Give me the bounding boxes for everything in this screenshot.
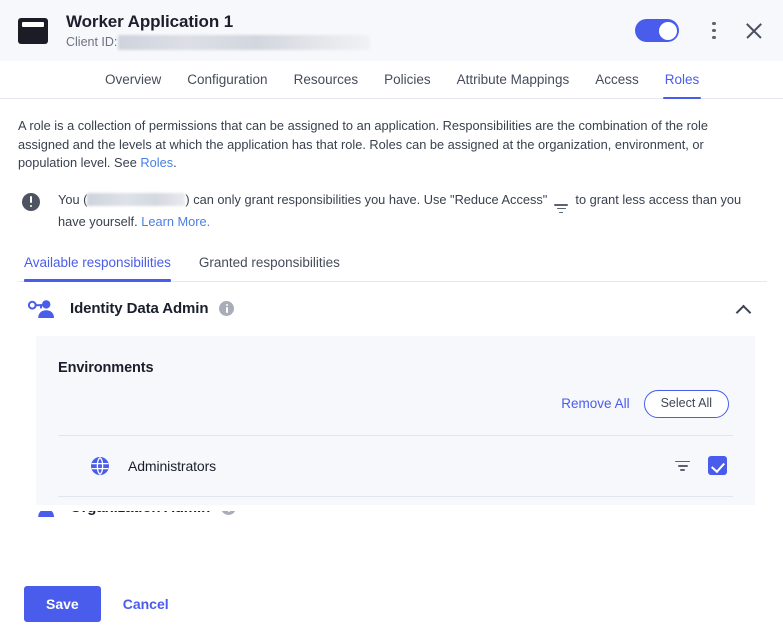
notice-text-1: You ( <box>58 191 88 207</box>
permissions-notice: You ( ) can only grant responsibilities y… <box>18 191 767 232</box>
client-id-label: Client ID: <box>66 34 118 49</box>
role-group-identity-data-admin: Identity Data Admin Environments Remove … <box>18 286 767 505</box>
panel-header: Worker Application 1 Client ID: <box>0 0 783 61</box>
kebab-menu-icon[interactable] <box>701 17 727 45</box>
environments-section-title: Environments <box>58 359 154 376</box>
client-id-value-redacted <box>118 34 371 50</box>
form-footer: Save Cancel <box>0 571 783 637</box>
filter-icon[interactable] <box>675 460 690 471</box>
key-person-icon <box>28 510 54 518</box>
header-actions <box>635 17 767 45</box>
remove-all-button[interactable]: Remove All <box>561 396 629 411</box>
role-group-organization-admin: Organization Admin <box>18 510 767 527</box>
notice-text-2: ) can only grant responsibilities you ha… <box>185 191 551 207</box>
tab-policies[interactable]: Policies <box>371 72 444 98</box>
roles-content: A role is a collection of permissions th… <box>0 99 783 571</box>
kebab-dot <box>712 21 716 26</box>
kebab-dot <box>712 35 716 40</box>
application-enabled-toggle[interactable] <box>635 19 679 42</box>
roles-description-text: A role is a collection of permissions th… <box>18 118 709 170</box>
tab-access[interactable]: Access <box>582 72 652 98</box>
environments-list: Administrators <box>58 434 733 497</box>
roles-doc-link[interactable]: Roles <box>140 155 173 170</box>
environment-checkbox[interactable] <box>708 456 727 476</box>
window-icon <box>18 17 48 44</box>
kebab-dot <box>712 28 716 33</box>
table-row[interactable]: Administrators <box>58 434 733 497</box>
environments-panel-actions: Remove All Select All <box>58 389 733 418</box>
subtab-available-responsibilities[interactable]: Available responsibilities <box>24 255 185 282</box>
application-detail-panel: Worker Application 1 Client ID: Overview… <box>0 0 783 637</box>
subtab-granted-responsibilities[interactable]: Granted responsibilities <box>199 255 354 281</box>
globe-icon <box>90 456 110 476</box>
save-button[interactable]: Save <box>24 586 101 622</box>
roles-description-period: . <box>173 155 177 170</box>
role-group-header[interactable]: Organization Admin <box>18 510 767 527</box>
role-group-title: Organization Admin <box>70 511 210 517</box>
environments-panel: Environments Remove All Select All Admin… <box>36 335 755 505</box>
role-group-header[interactable]: Identity Data Admin <box>18 286 767 332</box>
client-id-row: Client ID: <box>66 34 635 50</box>
tab-resources[interactable]: Resources <box>281 72 372 98</box>
learn-more-link[interactable]: Learn More. <box>141 214 210 229</box>
toggle-knob <box>658 21 677 40</box>
select-all-button[interactable]: Select All <box>643 389 729 418</box>
permissions-notice-text: You ( ) can only grant responsibilities y… <box>58 191 748 232</box>
tab-configuration[interactable]: Configuration <box>174 72 280 98</box>
info-exclamation-icon <box>22 192 40 211</box>
key-person-icon <box>27 299 54 319</box>
info-icon[interactable] <box>219 301 235 317</box>
cancel-button[interactable]: Cancel <box>111 586 181 622</box>
chevron-up-icon[interactable] <box>733 298 755 320</box>
info-icon[interactable] <box>221 510 237 516</box>
environment-name: Administrators <box>128 457 217 474</box>
tab-overview[interactable]: Overview <box>92 72 174 98</box>
close-icon[interactable] <box>741 18 767 44</box>
role-group-title: Identity Data Admin <box>70 300 209 318</box>
tab-bar: Overview Configuration Resources Policie… <box>0 61 783 99</box>
tab-roles[interactable]: Roles <box>652 72 713 99</box>
tab-attribute-mappings[interactable]: Attribute Mappings <box>444 72 583 98</box>
notice-redacted-user <box>87 192 186 206</box>
filter-icon <box>554 203 569 214</box>
page-title: Worker Application 1 <box>66 11 234 31</box>
responsibilities-subtab-bar: Available responsibilities Granted respo… <box>18 255 767 282</box>
roles-description: A role is a collection of permissions th… <box>18 99 718 173</box>
header-titles: Worker Application 1 Client ID: <box>66 12 635 50</box>
